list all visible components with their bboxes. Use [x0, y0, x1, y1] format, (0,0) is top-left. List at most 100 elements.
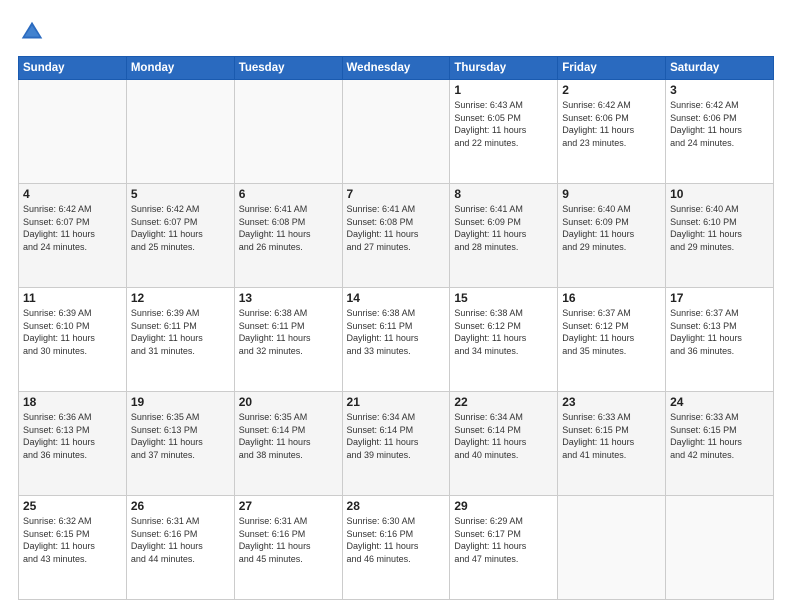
calendar-cell: 9 Sunrise: 6:40 AM Sunset: 6:09 PM Daylig…: [558, 184, 666, 288]
cell-info: Sunrise: 6:36 AM Sunset: 6:13 PM Dayligh…: [23, 411, 122, 461]
cell-info: Sunrise: 6:39 AM Sunset: 6:11 PM Dayligh…: [131, 307, 230, 357]
weekday-header-wednesday: Wednesday: [342, 57, 450, 80]
day-number: 4: [23, 187, 122, 201]
day-number: 19: [131, 395, 230, 409]
header: [18, 18, 774, 46]
calendar-cell: 24 Sunrise: 6:33 AM Sunset: 6:15 PM Dayli…: [666, 392, 774, 496]
day-number: 6: [239, 187, 338, 201]
weekday-header-monday: Monday: [126, 57, 234, 80]
calendar-cell: 26 Sunrise: 6:31 AM Sunset: 6:16 PM Dayli…: [126, 496, 234, 600]
calendar-cell: 4 Sunrise: 6:42 AM Sunset: 6:07 PM Daylig…: [19, 184, 127, 288]
calendar-cell: 18 Sunrise: 6:36 AM Sunset: 6:13 PM Dayli…: [19, 392, 127, 496]
calendar-cell: [558, 496, 666, 600]
day-number: 14: [347, 291, 446, 305]
day-number: 27: [239, 499, 338, 513]
cell-info: Sunrise: 6:39 AM Sunset: 6:10 PM Dayligh…: [23, 307, 122, 357]
calendar-cell: 23 Sunrise: 6:33 AM Sunset: 6:15 PM Dayli…: [558, 392, 666, 496]
cell-info: Sunrise: 6:31 AM Sunset: 6:16 PM Dayligh…: [131, 515, 230, 565]
cell-info: Sunrise: 6:35 AM Sunset: 6:14 PM Dayligh…: [239, 411, 338, 461]
calendar-cell: [234, 80, 342, 184]
day-number: 25: [23, 499, 122, 513]
cell-info: Sunrise: 6:42 AM Sunset: 6:06 PM Dayligh…: [562, 99, 661, 149]
calendar-cell: 15 Sunrise: 6:38 AM Sunset: 6:12 PM Dayli…: [450, 288, 558, 392]
cell-info: Sunrise: 6:33 AM Sunset: 6:15 PM Dayligh…: [562, 411, 661, 461]
day-number: 22: [454, 395, 553, 409]
calendar-week-row: 25Sunrise: 6:32 AM Sunset: 6:15 PM Dayli…: [19, 496, 774, 600]
day-number: 11: [23, 291, 122, 305]
day-number: 23: [562, 395, 661, 409]
calendar-cell: 7 Sunrise: 6:41 AM Sunset: 6:08 PM Daylig…: [342, 184, 450, 288]
logo-icon: [18, 18, 46, 46]
cell-info: Sunrise: 6:37 AM Sunset: 6:12 PM Dayligh…: [562, 307, 661, 357]
calendar-cell: 28 Sunrise: 6:30 AM Sunset: 6:16 PM Dayli…: [342, 496, 450, 600]
cell-info: Sunrise: 6:42 AM Sunset: 6:07 PM Dayligh…: [131, 203, 230, 253]
cell-info: Sunrise: 6:40 AM Sunset: 6:09 PM Dayligh…: [562, 203, 661, 253]
calendar-cell: 13 Sunrise: 6:38 AM Sunset: 6:11 PM Dayli…: [234, 288, 342, 392]
calendar-cell: 10 Sunrise: 6:40 AM Sunset: 6:10 PM Dayli…: [666, 184, 774, 288]
cell-info: Sunrise: 6:41 AM Sunset: 6:09 PM Dayligh…: [454, 203, 553, 253]
day-number: 15: [454, 291, 553, 305]
day-number: 1: [454, 83, 553, 97]
cell-info: Sunrise: 6:35 AM Sunset: 6:13 PM Dayligh…: [131, 411, 230, 461]
calendar-week-row: 11 Sunrise: 6:39 AM Sunset: 6:10 PM Dayli…: [19, 288, 774, 392]
day-number: 28: [347, 499, 446, 513]
calendar-week-row: 4 Sunrise: 6:42 AM Sunset: 6:07 PM Daylig…: [19, 184, 774, 288]
calendar-cell: 27Sunrise: 6:31 AM Sunset: 6:16 PM Dayli…: [234, 496, 342, 600]
calendar-cell: 1Sunrise: 6:43 AM Sunset: 6:05 PM Daylig…: [450, 80, 558, 184]
cell-info: Sunrise: 6:41 AM Sunset: 6:08 PM Dayligh…: [347, 203, 446, 253]
day-number: 18: [23, 395, 122, 409]
weekday-header-sunday: Sunday: [19, 57, 127, 80]
calendar-cell: 14 Sunrise: 6:38 AM Sunset: 6:11 PM Dayli…: [342, 288, 450, 392]
weekday-header-row: SundayMondayTuesdayWednesdayThursdayFrid…: [19, 57, 774, 80]
cell-info: Sunrise: 6:38 AM Sunset: 6:12 PM Dayligh…: [454, 307, 553, 357]
day-number: 17: [670, 291, 769, 305]
cell-info: Sunrise: 6:34 AM Sunset: 6:14 PM Dayligh…: [454, 411, 553, 461]
day-number: 10: [670, 187, 769, 201]
page: SundayMondayTuesdayWednesdayThursdayFrid…: [0, 0, 792, 612]
calendar-cell: 21 Sunrise: 6:34 AM Sunset: 6:14 PM Dayli…: [342, 392, 450, 496]
day-number: 7: [347, 187, 446, 201]
logo: [18, 18, 50, 46]
calendar-cell: 12Sunrise: 6:39 AM Sunset: 6:11 PM Dayli…: [126, 288, 234, 392]
calendar-cell: 25Sunrise: 6:32 AM Sunset: 6:15 PM Dayli…: [19, 496, 127, 600]
weekday-header-tuesday: Tuesday: [234, 57, 342, 80]
day-number: 8: [454, 187, 553, 201]
calendar-cell: [126, 80, 234, 184]
day-number: 26: [131, 499, 230, 513]
calendar-cell: 20 Sunrise: 6:35 AM Sunset: 6:14 PM Dayli…: [234, 392, 342, 496]
day-number: 3: [670, 83, 769, 97]
cell-info: Sunrise: 6:34 AM Sunset: 6:14 PM Dayligh…: [347, 411, 446, 461]
calendar-week-row: 18 Sunrise: 6:36 AM Sunset: 6:13 PM Dayli…: [19, 392, 774, 496]
cell-info: Sunrise: 6:42 AM Sunset: 6:07 PM Dayligh…: [23, 203, 122, 253]
calendar-cell: 2 Sunrise: 6:42 AM Sunset: 6:06 PM Daylig…: [558, 80, 666, 184]
day-number: 21: [347, 395, 446, 409]
calendar-cell: 29Sunrise: 6:29 AM Sunset: 6:17 PM Dayli…: [450, 496, 558, 600]
calendar-cell: 17Sunrise: 6:37 AM Sunset: 6:13 PM Dayli…: [666, 288, 774, 392]
cell-info: Sunrise: 6:30 AM Sunset: 6:16 PM Dayligh…: [347, 515, 446, 565]
calendar-cell: 6Sunrise: 6:41 AM Sunset: 6:08 PM Daylig…: [234, 184, 342, 288]
day-number: 2: [562, 83, 661, 97]
calendar-cell: 8 Sunrise: 6:41 AM Sunset: 6:09 PM Daylig…: [450, 184, 558, 288]
calendar-cell: 5 Sunrise: 6:42 AM Sunset: 6:07 PM Daylig…: [126, 184, 234, 288]
cell-info: Sunrise: 6:33 AM Sunset: 6:15 PM Dayligh…: [670, 411, 769, 461]
calendar-cell: [342, 80, 450, 184]
day-number: 9: [562, 187, 661, 201]
calendar-cell: [19, 80, 127, 184]
weekday-header-friday: Friday: [558, 57, 666, 80]
day-number: 20: [239, 395, 338, 409]
cell-info: Sunrise: 6:38 AM Sunset: 6:11 PM Dayligh…: [347, 307, 446, 357]
cell-info: Sunrise: 6:38 AM Sunset: 6:11 PM Dayligh…: [239, 307, 338, 357]
calendar-table: SundayMondayTuesdayWednesdayThursdayFrid…: [18, 56, 774, 600]
weekday-header-saturday: Saturday: [666, 57, 774, 80]
day-number: 5: [131, 187, 230, 201]
calendar-cell: 19 Sunrise: 6:35 AM Sunset: 6:13 PM Dayli…: [126, 392, 234, 496]
calendar-week-row: 1Sunrise: 6:43 AM Sunset: 6:05 PM Daylig…: [19, 80, 774, 184]
day-number: 24: [670, 395, 769, 409]
calendar-cell: 11 Sunrise: 6:39 AM Sunset: 6:10 PM Dayli…: [19, 288, 127, 392]
day-number: 29: [454, 499, 553, 513]
cell-info: Sunrise: 6:42 AM Sunset: 6:06 PM Dayligh…: [670, 99, 769, 149]
cell-info: Sunrise: 6:40 AM Sunset: 6:10 PM Dayligh…: [670, 203, 769, 253]
calendar-cell: [666, 496, 774, 600]
day-number: 13: [239, 291, 338, 305]
day-number: 16: [562, 291, 661, 305]
